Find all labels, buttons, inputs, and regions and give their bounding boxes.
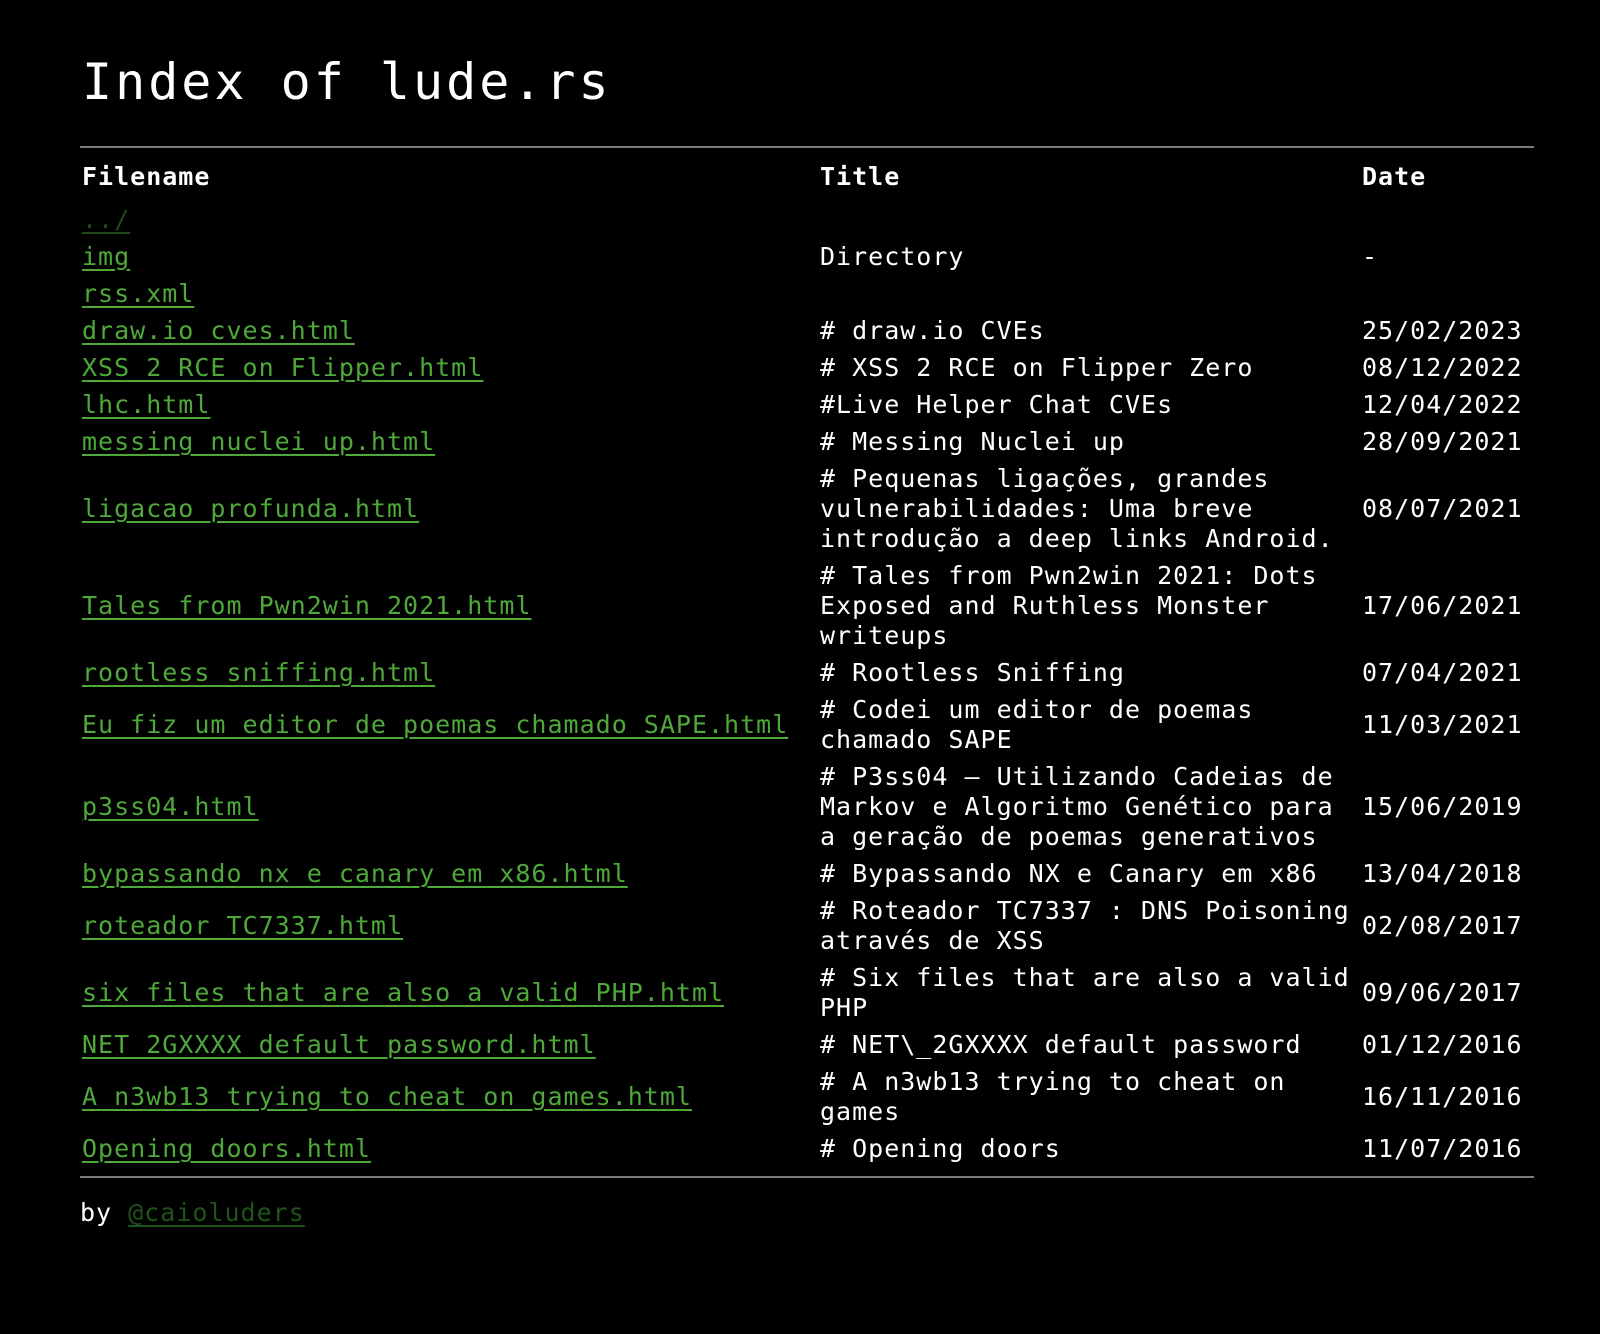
title-cell: # Roteador TC7337 : DNS Poisoning atravé… (820, 896, 1366, 955)
file-link[interactable]: bypassando_nx_e_canary_em_x86.html (82, 859, 628, 888)
file-link[interactable]: messing_nuclei_up.html (82, 427, 435, 456)
file-link[interactable]: A_n3wb13_trying_to_cheat_on_games.html (82, 1082, 692, 1111)
title-cell (820, 276, 1362, 313)
file-link[interactable]: XSS_2_RCE_on_Flipper.html (82, 353, 483, 382)
table-row: Tales_from_Pwn2win_2021.html # Tales from… (82, 558, 1532, 655)
table-row: A_n3wb13_trying_to_cheat_on_games.html # … (82, 1064, 1532, 1131)
date-cell: 11/07/2016 (1362, 1134, 1523, 1163)
date-cell: 01/12/2016 (1362, 1030, 1523, 1059)
file-link[interactable]: draw.io_cves.html (82, 316, 355, 345)
file-link[interactable]: img (82, 242, 130, 271)
table-row: lhc.html #Live Helper Chat CVEs 12/04/2022 (82, 387, 1532, 424)
date-cell: 12/04/2022 (1362, 390, 1523, 419)
date-cell: 09/06/2017 (1362, 978, 1523, 1007)
title-cell: # Bypassando NX e Canary em x86 (820, 859, 1318, 888)
title-cell: # P3ss04 – Utilizando Cadeias de Markov … (820, 762, 1350, 851)
bottom-divider (80, 1176, 1534, 1178)
table-row: rootless_sniffing.html # Rootless Sniffin… (82, 655, 1532, 692)
title-cell: # Six files that are also a valid PHP (820, 963, 1366, 1022)
file-link[interactable]: rss.xml (82, 279, 194, 308)
filename-cell: rootless_sniffing.html (82, 655, 820, 692)
filename-cell: NET_2GXXXX_default_password.html (82, 1027, 820, 1064)
filename-cell: messing_nuclei_up.html (82, 424, 820, 461)
file-link[interactable]: NET_2GXXXX_default_password.html (82, 1030, 596, 1059)
filename-cell: Eu_fiz_um_editor_de_poemas_chamado_SAPE.… (82, 692, 820, 759)
date-cell: 17/06/2021 (1362, 591, 1523, 620)
table-row: roteador_TC7337.html # Roteador TC7337 : … (82, 893, 1532, 960)
footer-by-label: by (80, 1198, 113, 1227)
file-index-table: Filename Title Date ../ img Directory - rss… (82, 162, 1532, 1168)
page-title: Index of lude.rs (82, 53, 612, 111)
file-link[interactable]: p3ss04.html (82, 792, 259, 821)
table-row: six_files_that_are_also_a_valid_PHP.html… (82, 960, 1532, 1027)
date-cell: 07/04/2021 (1362, 658, 1523, 687)
date-cell (1362, 276, 1532, 313)
title-cell: # Opening doors (820, 1134, 1061, 1163)
filename-cell: Tales_from_Pwn2win_2021.html (82, 558, 820, 655)
header-title: Title (820, 162, 901, 191)
file-link[interactable]: rootless_sniffing.html (82, 658, 435, 687)
title-cell: # NET\_2GXXXX default password (820, 1030, 1302, 1059)
filename-cell: rss.xml (82, 276, 820, 313)
file-link[interactable]: roteador_TC7337.html (82, 911, 403, 940)
date-cell: - (1362, 242, 1379, 271)
table-row: p3ss04.html # P3ss04 – Utilizando Cadeias… (82, 759, 1532, 856)
table-row: NET_2GXXXX_default_password.html # NET\_2… (82, 1027, 1532, 1064)
date-cell: 02/08/2017 (1362, 911, 1523, 940)
table-row: XSS_2_RCE_on_Flipper.html # XSS 2 RCE on … (82, 350, 1532, 387)
filename-cell: six_files_that_are_also_a_valid_PHP.html (82, 960, 820, 1027)
date-cell: 28/09/2021 (1362, 427, 1523, 456)
file-link[interactable]: Eu_fiz_um_editor_de_poemas_chamado_SAPE.… (82, 710, 788, 739)
parent-directory-link[interactable]: ../ (82, 205, 130, 234)
title-cell: # Tales from Pwn2win 2021: Dots Exposed … (820, 561, 1334, 650)
date-cell: 16/11/2016 (1362, 1082, 1523, 1111)
filename-cell: p3ss04.html (82, 759, 820, 856)
file-link[interactable]: Opening_doors.html (82, 1134, 371, 1163)
date-cell: 25/02/2023 (1362, 316, 1523, 345)
date-cell: 08/07/2021 (1362, 494, 1523, 523)
file-link[interactable]: six_files_that_are_also_a_valid_PHP.html (82, 978, 724, 1007)
title-cell: Directory (820, 242, 965, 271)
header-filename: Filename (82, 162, 211, 191)
filename-cell: ligacao_profunda.html (82, 461, 820, 558)
top-divider (80, 146, 1534, 148)
filename-cell: lhc.html (82, 387, 820, 424)
file-link[interactable]: ligacao_profunda.html (82, 494, 419, 523)
title-cell: # Pequenas ligações, grandes vulnerabili… (820, 464, 1334, 553)
table-header-row: Filename Title Date (82, 162, 1532, 202)
filename-cell: Opening_doors.html (82, 1131, 820, 1168)
table-row: messing_nuclei_up.html # Messing Nuclei u… (82, 424, 1532, 461)
title-cell: # draw.io CVEs (820, 316, 1045, 345)
table-row: img Directory - (82, 239, 1532, 276)
filename-cell: roteador_TC7337.html (82, 893, 820, 960)
table-row: draw.io_cves.html # draw.io CVEs 25/02/202… (82, 313, 1532, 350)
title-cell: # XSS 2 RCE on Flipper Zero (820, 353, 1254, 382)
date-cell: 08/12/2022 (1362, 353, 1523, 382)
table-row: ligacao_profunda.html # Pequenas ligações… (82, 461, 1532, 558)
filename-cell: XSS_2_RCE_on_Flipper.html (82, 350, 820, 387)
title-cell: # Rootless Sniffing (820, 658, 1125, 687)
header-date: Date (1362, 162, 1427, 191)
table-row: rss.xml (82, 276, 1532, 313)
date-cell: 13/04/2018 (1362, 859, 1523, 888)
title-cell: # A n3wb13 trying to cheat on games (820, 1067, 1302, 1126)
filename-cell: draw.io_cves.html (82, 313, 820, 350)
table-row: Eu_fiz_um_editor_de_poemas_chamado_SAPE.… (82, 692, 1532, 759)
filename-cell: A_n3wb13_trying_to_cheat_on_games.html (82, 1064, 820, 1131)
footer: by @caioluders (80, 1198, 305, 1227)
date-cell: 11/03/2021 (1362, 710, 1523, 739)
title-cell: # Messing Nuclei up (820, 427, 1125, 456)
author-link[interactable]: @caioluders (128, 1198, 305, 1227)
title-cell: # Codei um editor de poemas chamado SAPE (820, 695, 1270, 754)
table-row: Opening_doors.html # Opening doors 11/07/2… (82, 1131, 1532, 1168)
filename-cell: img (82, 239, 820, 276)
filename-cell: bypassando_nx_e_canary_em_x86.html (82, 856, 820, 893)
title-cell: #Live Helper Chat CVEs (820, 390, 1174, 419)
file-link[interactable]: lhc.html (82, 390, 210, 419)
parent-directory-row: ../ (82, 202, 1532, 239)
date-cell: 15/06/2019 (1362, 792, 1523, 821)
table-row: bypassando_nx_e_canary_em_x86.html # Bypa… (82, 856, 1532, 893)
file-link[interactable]: Tales_from_Pwn2win_2021.html (82, 591, 531, 620)
